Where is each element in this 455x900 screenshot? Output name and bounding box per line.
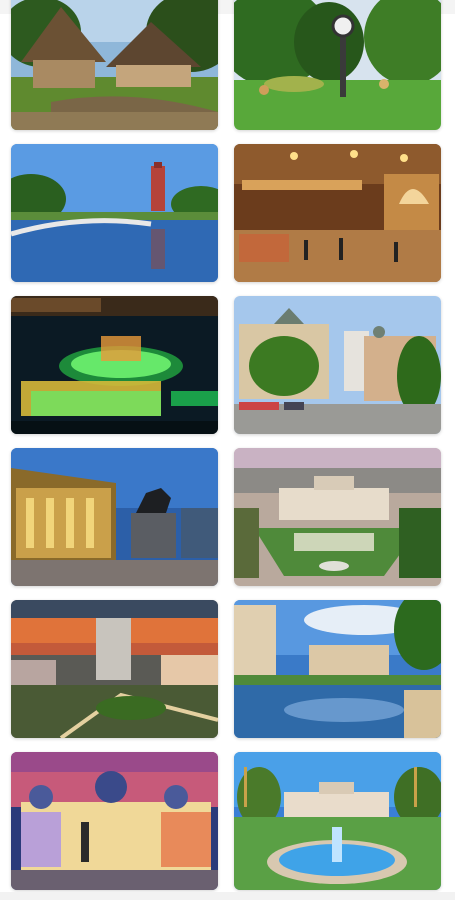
bottom-strip xyxy=(0,892,455,900)
palace-fountain-image xyxy=(234,752,441,890)
park-clock-image xyxy=(234,0,441,130)
village-museum-image xyxy=(11,0,218,130)
photo-tile-restaurant-interior[interactable] xyxy=(234,144,441,282)
photo-tile-equestrian-statue[interactable] xyxy=(11,448,218,586)
photo-tile-old-street[interactable] xyxy=(234,296,441,434)
photo-grid xyxy=(0,0,455,900)
city-sunset-image xyxy=(11,600,218,738)
parliament-aerial-image xyxy=(234,448,441,586)
photo-tile-parliament-aerial[interactable] xyxy=(234,448,441,586)
night-fountains-image xyxy=(11,296,218,434)
domed-library-image xyxy=(11,752,218,890)
photo-tile-domed-library[interactable] xyxy=(11,752,218,890)
old-street-image xyxy=(234,296,441,434)
photo-tile-park-clock[interactable] xyxy=(234,0,441,130)
photo-tile-night-fountains[interactable] xyxy=(11,296,218,434)
river-embankment-image xyxy=(234,600,441,738)
photo-tile-village-museum[interactable] xyxy=(11,0,218,130)
photo-tile-palace-fountain[interactable] xyxy=(234,752,441,890)
restaurant-interior-image xyxy=(234,144,441,282)
equestrian-statue-image xyxy=(11,448,218,586)
photo-tile-lake-bridge[interactable] xyxy=(11,144,218,282)
photo-tile-city-sunset[interactable] xyxy=(11,600,218,738)
photo-tile-river-embankment[interactable] xyxy=(234,600,441,738)
lake-bridge-image xyxy=(11,144,218,282)
